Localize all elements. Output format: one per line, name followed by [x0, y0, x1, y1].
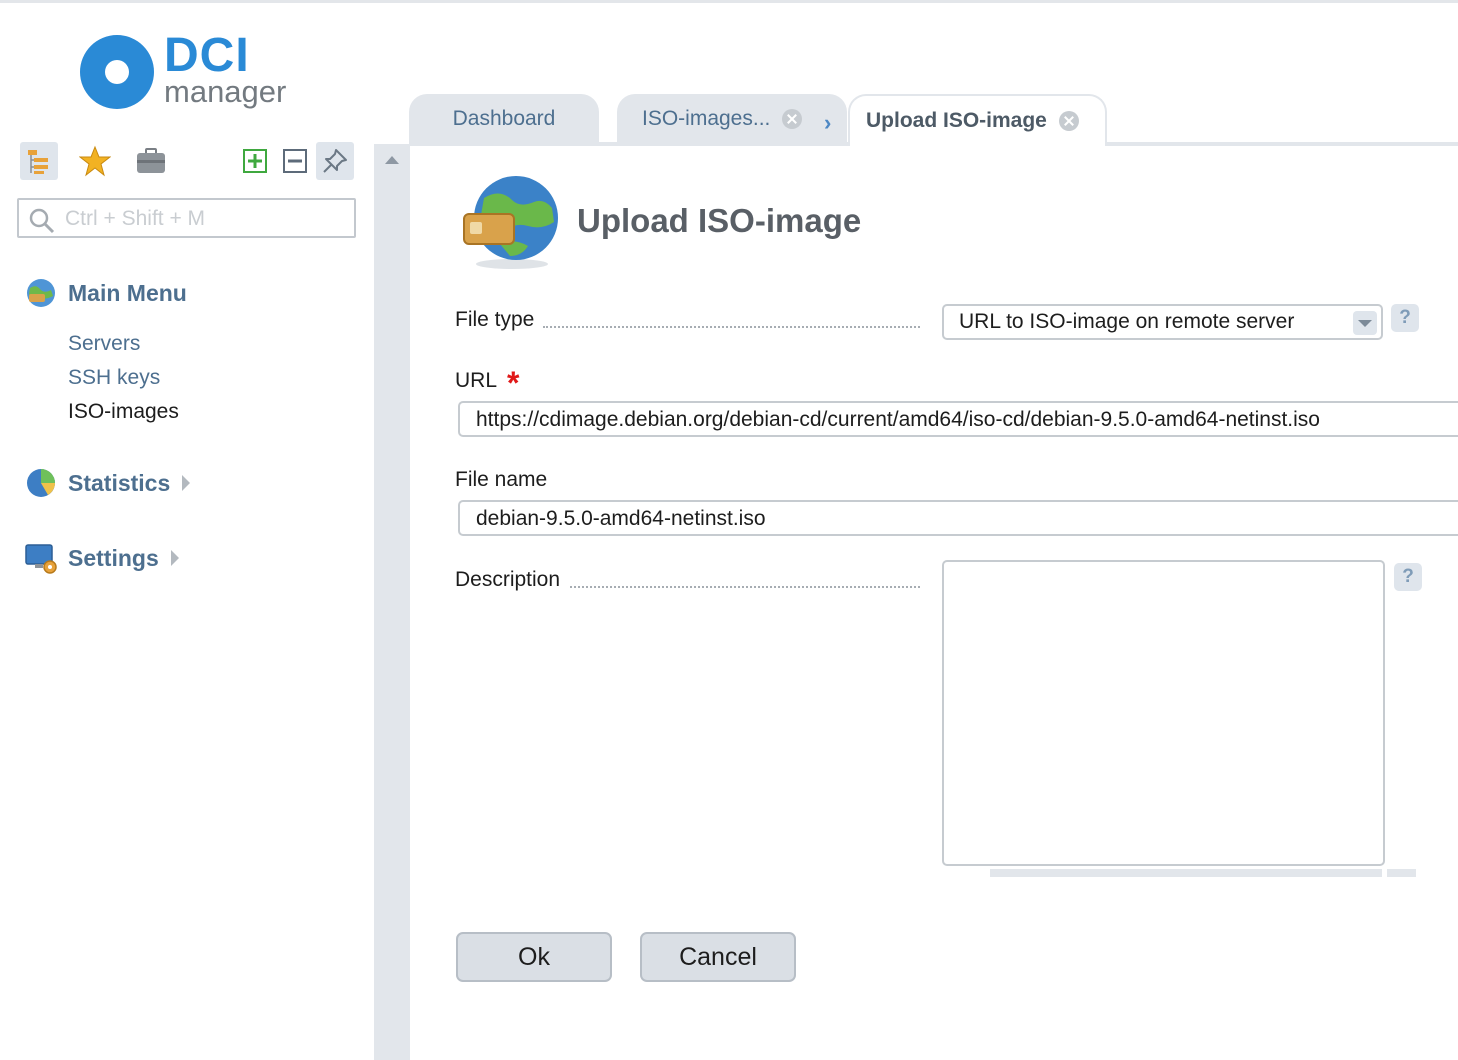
briefcase-icon: [137, 148, 165, 173]
page-title: Upload ISO-image: [577, 202, 862, 239]
description-label: Description: [455, 568, 561, 591]
logo-subtitle: manager: [164, 74, 287, 109]
tab-label: Upload ISO-image: [866, 109, 1047, 132]
tree-view-button[interactable]: [20, 142, 58, 180]
menu-section-settings[interactable]: Settings: [24, 541, 179, 575]
file-type-help-icon[interactable]: ?: [1391, 304, 1419, 332]
expand-arrow-icon: [170, 550, 179, 566]
ok-button[interactable]: Ok: [456, 932, 612, 982]
menu-section-statistics[interactable]: Statistics: [24, 466, 191, 500]
chevron-down-icon[interactable]: [1353, 311, 1377, 335]
url-field[interactable]: [458, 401, 1458, 437]
tree-icon: [28, 150, 48, 174]
expand-all-button[interactable]: [236, 142, 274, 180]
upload-globe-icon: [463, 176, 558, 269]
file-type-select[interactable]: URL to ISO-image on remote server: [942, 304, 1383, 340]
close-tab-icon[interactable]: [1058, 111, 1079, 131]
star-icon: [79, 145, 111, 177]
file-type-value: URL to ISO-image on remote server: [959, 310, 1295, 333]
menu-section-label: Settings: [68, 544, 159, 571]
tab-dashboard[interactable]: Dashboard: [409, 94, 599, 144]
file-name-label: File name: [455, 468, 548, 491]
expand-all-icon: [243, 149, 267, 173]
pin-icon: [323, 149, 347, 173]
pin-button[interactable]: [316, 142, 354, 180]
cancel-button[interactable]: Cancel: [640, 932, 796, 982]
menu-section-main[interactable]: Main Menu: [24, 276, 187, 310]
logo-disc-icon: [80, 35, 154, 109]
close-tab-icon[interactable]: [782, 109, 803, 129]
monitor-gear-icon: [25, 544, 57, 574]
textarea-resize-handle[interactable]: [1387, 869, 1416, 877]
tab-label: ISO-images...: [642, 107, 771, 130]
menu-section-label: Main Menu: [68, 279, 187, 306]
file-name-input[interactable]: [474, 505, 1458, 533]
tab-iso-images[interactable]: ISO-images...: [617, 94, 847, 144]
menu-section-label: Statistics: [68, 469, 171, 496]
tab-upload-iso-image[interactable]: Upload ISO-image: [848, 94, 1107, 146]
file-name-field[interactable]: [458, 500, 1458, 536]
file-type-label: File type: [455, 308, 535, 331]
favorites-button[interactable]: [76, 142, 114, 180]
collapse-up-icon[interactable]: [385, 156, 399, 164]
search-input[interactable]: [63, 204, 347, 234]
dotted-leader: [570, 586, 920, 588]
menu-search[interactable]: [17, 198, 356, 238]
url-input[interactable]: [474, 406, 1458, 434]
app-logo[interactable]: DCI manager: [80, 30, 320, 122]
required-asterisk: *: [507, 365, 520, 401]
menu-item-iso-images[interactable]: ISO-images: [68, 400, 179, 424]
collapse-all-button[interactable]: [276, 142, 314, 180]
expand-arrow-icon: [182, 475, 191, 491]
top-border: [0, 0, 1458, 3]
menu-item-servers[interactable]: Servers: [68, 332, 140, 356]
menu-item-ssh-keys[interactable]: SSH keys: [68, 366, 160, 390]
briefcase-button[interactable]: [132, 142, 170, 180]
description-help-icon[interactable]: ?: [1394, 563, 1422, 591]
sidebar-splitter[interactable]: [374, 144, 410, 1060]
description-textarea[interactable]: [942, 560, 1385, 866]
collapse-all-icon: [283, 149, 307, 173]
tab-label: Dashboard: [452, 107, 556, 130]
dotted-leader: [543, 326, 920, 328]
pie-chart-icon: [27, 469, 55, 497]
globe-icon: [27, 279, 55, 307]
search-icon: [29, 208, 55, 234]
textarea-resize-bar[interactable]: [990, 869, 1382, 877]
chevron-right-icon: ›: [824, 110, 832, 135]
url-label: URL: [455, 369, 498, 392]
